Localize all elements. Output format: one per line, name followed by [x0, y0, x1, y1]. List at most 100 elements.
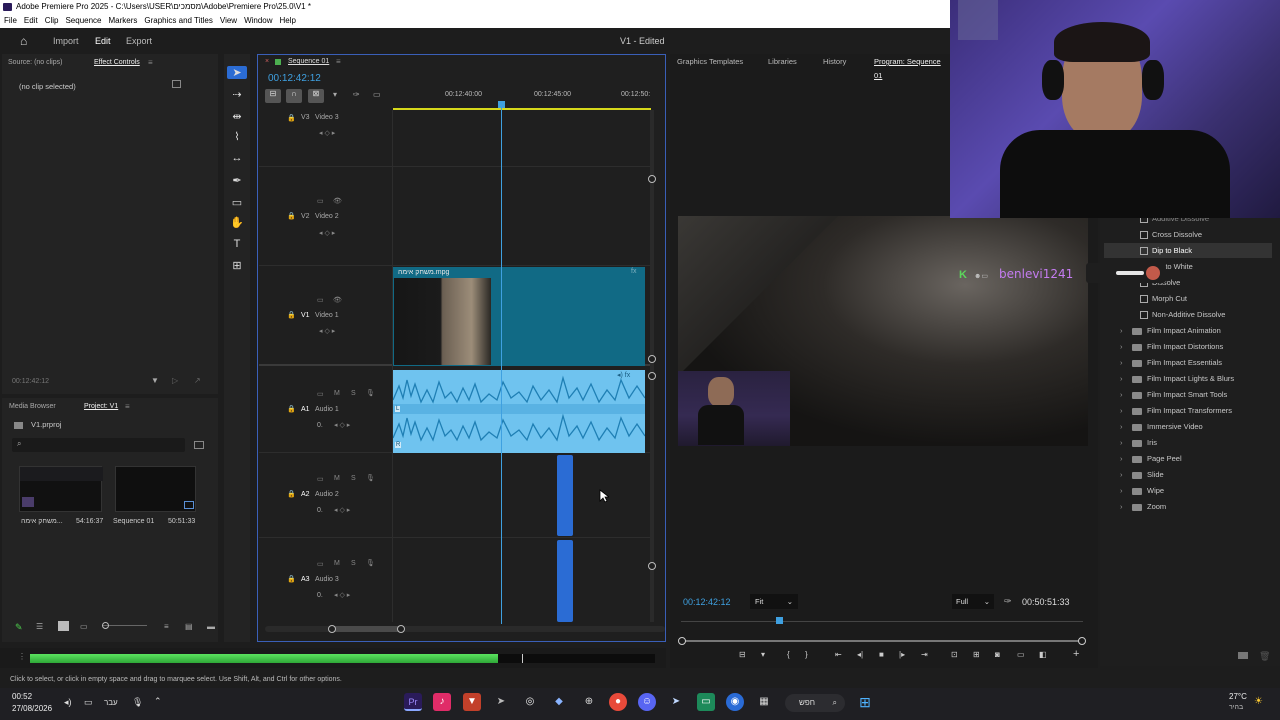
windows-start-icon[interactable]: ⊞: [856, 693, 874, 711]
step-forward-icon[interactable]: |▸: [899, 650, 905, 659]
track-volume[interactable]: 0.: [317, 422, 323, 429]
fit-dropdown[interactable]: Fit ⌄: [750, 594, 798, 609]
solo-button[interactable]: S: [351, 475, 356, 482]
new-bin-icon[interactable]: [194, 441, 204, 449]
obs-icon[interactable]: ◎: [521, 693, 539, 711]
keyframe-nav-icon[interactable]: ◂ ◇ ▸: [319, 129, 335, 137]
mark-in-icon[interactable]: {: [787, 650, 790, 659]
app-icon[interactable]: ◉: [726, 693, 744, 711]
menu-edit[interactable]: Edit: [24, 16, 38, 25]
mute-button[interactable]: M: [334, 560, 340, 567]
network-icon[interactable]: ▭: [84, 697, 93, 708]
zoom-slider-handle[interactable]: [102, 622, 109, 629]
mic-icon[interactable]: 🎙: [132, 697, 143, 708]
tab-libraries[interactable]: Libraries: [768, 55, 797, 69]
effect-item-selected[interactable]: Dip to Black: [1140, 245, 1192, 257]
comparison-view-icon[interactable]: ▭: [1017, 650, 1025, 659]
track-target-a2[interactable]: [557, 455, 573, 536]
effect-item[interactable]: Cross Dissolve: [1140, 229, 1202, 241]
rectangle-tool-icon[interactable]: ▭: [227, 196, 247, 209]
new-bin-icon[interactable]: ▬: [207, 622, 215, 631]
sequence-tab[interactable]: Sequence 01: [288, 55, 329, 69]
mark-out-icon[interactable]: }: [805, 650, 808, 659]
keyframe-nav-icon[interactable]: ◂ ◇ ▸: [334, 506, 350, 514]
new-bin-icon[interactable]: [1238, 652, 1248, 659]
program-zoom-bar[interactable]: [678, 637, 1086, 645]
program-video-frame[interactable]: K ☻▭ benlevi1241: [678, 216, 1088, 446]
app-icon[interactable]: ▭: [697, 693, 715, 711]
effect-folder[interactable]: › Film Impact Smart Tools: [1120, 389, 1227, 401]
hscroll-right-handle[interactable]: [397, 625, 405, 633]
sort-icon[interactable]: ≡: [164, 622, 169, 631]
program-mini-ruler[interactable]: [681, 617, 1083, 625]
captions-icon[interactable]: ▭: [373, 90, 381, 99]
snap-icon[interactable]: ∩: [286, 89, 302, 103]
ripple-edit-icon[interactable]: ⇹: [227, 110, 247, 123]
keyframe-nav-icon[interactable]: ◂ ◇ ▸: [319, 229, 335, 237]
mic-icon[interactable]: 🎙: [366, 474, 375, 482]
keyframe-nav-icon[interactable]: ◂ ◇ ▸: [319, 327, 335, 335]
insert-icon[interactable]: ⊡: [951, 650, 958, 659]
effect-folder[interactable]: › Page Peel: [1120, 453, 1182, 465]
track-volume[interactable]: 0.: [317, 507, 323, 514]
playhead-line[interactable]: [501, 106, 502, 624]
keyframe-nav-icon[interactable]: ◂ ◇ ▸: [334, 421, 350, 429]
chevron-up-icon[interactable]: ⌃: [154, 696, 162, 707]
camera-icon[interactable]: ◙: [995, 650, 1000, 659]
menu-file[interactable]: File: [4, 16, 17, 25]
add-button-icon[interactable]: +: [1073, 648, 1079, 660]
go-to-in-icon[interactable]: ⇤: [835, 650, 842, 659]
discord-icon[interactable]: ☺: [638, 693, 656, 711]
toggle-view-icon[interactable]: [172, 80, 181, 88]
program-playhead-handle[interactable]: [776, 617, 783, 624]
taskbar-search[interactable]: חפש ⌕: [785, 694, 845, 712]
nest-icon[interactable]: ⊟: [265, 89, 281, 103]
caption-tool-icon[interactable]: ⊞: [227, 259, 247, 272]
effect-folder[interactable]: › Film Impact Essentials: [1120, 357, 1222, 369]
lock-icon[interactable]: 🔒: [287, 490, 296, 498]
hscroll-thumb[interactable]: [333, 626, 401, 632]
camera-icon[interactable]: ▭: [317, 197, 324, 205]
track-select-icon[interactable]: ⇢: [227, 88, 247, 101]
razor-tool-icon[interactable]: ⌇: [227, 130, 247, 143]
hscroll-left-handle[interactable]: [328, 625, 336, 633]
menu-sequence[interactable]: Sequence: [65, 16, 101, 25]
scroll-handle[interactable]: [648, 372, 656, 380]
go-to-out-icon[interactable]: ⇥: [921, 650, 928, 659]
multi-cam-icon[interactable]: ◧: [1039, 650, 1047, 659]
scroll-handle[interactable]: [648, 562, 656, 570]
brave-icon[interactable]: ▼: [463, 693, 481, 711]
time-ruler[interactable]: 00:12:40:00 00:12:45:00 00:12:50:: [393, 88, 651, 110]
video-clip[interactable]: משחק אימה.mpg fx: [393, 267, 645, 366]
effect-folder[interactable]: › Film Impact Lights & Blurs: [1120, 373, 1234, 385]
freeform-view-icon[interactable]: ▭: [80, 622, 88, 631]
project-tab[interactable]: Project: V1: [84, 400, 118, 414]
media-browser-tab[interactable]: Media Browser: [9, 400, 56, 414]
linked-selection-icon[interactable]: ⊠: [308, 89, 324, 103]
menu-view[interactable]: View: [220, 16, 237, 25]
telegram-icon[interactable]: ➤: [492, 693, 510, 711]
effect-folder[interactable]: › Slide: [1120, 469, 1164, 481]
effect-folder[interactable]: › Wipe: [1120, 485, 1164, 497]
track-volume[interactable]: 0.: [317, 592, 323, 599]
lock-icon[interactable]: 🔒: [287, 405, 296, 413]
edit-tab[interactable]: Edit: [95, 28, 111, 54]
mic-icon[interactable]: 🎙: [366, 559, 375, 567]
lock-icon[interactable]: 🔒: [287, 114, 296, 122]
track-target-a3[interactable]: [557, 540, 573, 622]
pencil-icon[interactable]: ✎: [15, 622, 23, 633]
zoom-handle-right[interactable]: [1078, 637, 1086, 645]
source-tab[interactable]: Source: (no clips): [8, 56, 62, 70]
keyframe-nav-icon[interactable]: ◂ ◇ ▸: [334, 591, 350, 599]
timeline-hscroll[interactable]: [265, 625, 665, 633]
lock-icon[interactable]: 🔒: [287, 212, 296, 220]
app-icon[interactable]: ⊕: [580, 693, 598, 711]
lift-icon[interactable]: ⊟: [739, 650, 746, 659]
menu-graphics[interactable]: Graphics and Titles: [144, 16, 212, 25]
wrench-icon[interactable]: ✑: [1004, 596, 1012, 607]
project-item-thumbnail[interactable]: [19, 466, 103, 512]
import-tab[interactable]: Import: [53, 28, 79, 54]
effect-folder[interactable]: › Film Impact Animation: [1120, 325, 1221, 337]
add-marker-icon[interactable]: ▾: [333, 90, 337, 99]
camera-icon[interactable]: ▭: [317, 296, 324, 304]
